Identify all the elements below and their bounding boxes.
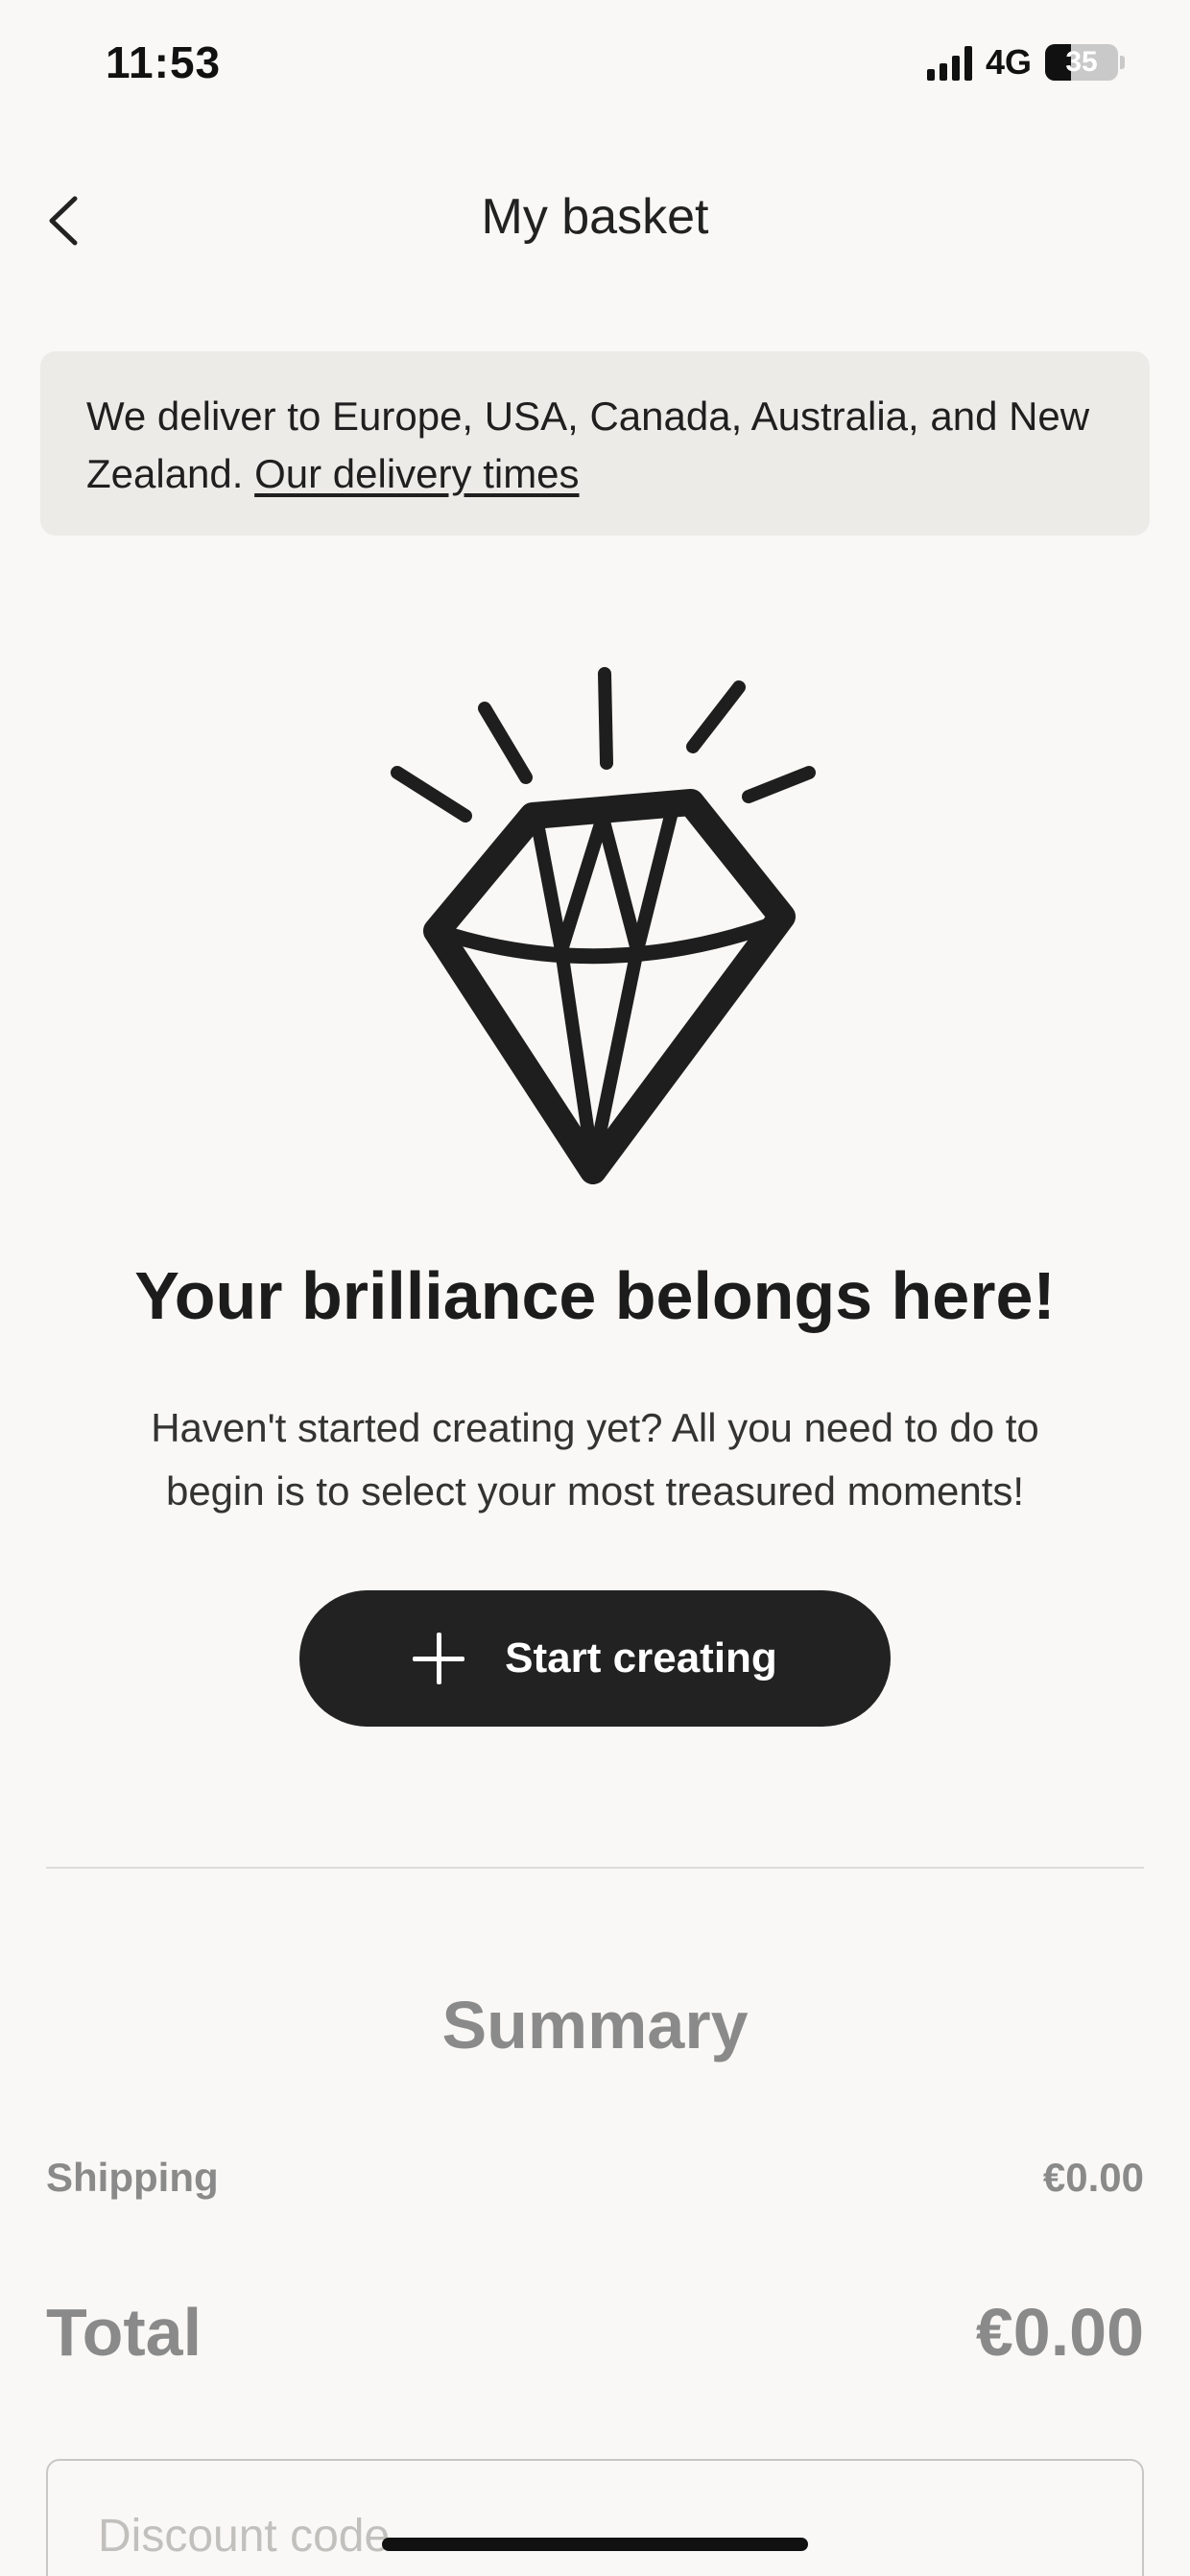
section-divider [46,1867,1144,1869]
total-label: Total [46,2295,202,2370]
network-type: 4G [985,42,1032,82]
shipping-value: €0.00 [1042,2155,1144,2200]
page-title: My basket [481,189,709,245]
start-creating-label: Start creating [505,1634,777,1682]
basket-screen: 11:53 4G 35 My basket We deliver to Euro… [0,0,1190,2576]
empty-headline: Your brilliance belongs here! [134,1258,1056,1333]
delivery-times-link[interactable]: Our delivery times [254,451,579,496]
delivery-banner: We deliver to Europe, USA, Canada, Austr… [40,351,1150,536]
summary-title: Summary [441,1988,749,2063]
empty-subtext: Haven't started creating yet? All you ne… [151,1405,1039,1514]
delivery-banner-text: We deliver to Europe, USA, Canada, Austr… [86,394,1090,496]
start-creating-button[interactable]: Start creating [299,1590,891,1727]
battery-nub [1120,56,1125,69]
shipping-label: Shipping [46,2155,219,2200]
discount-code-input[interactable] [46,2459,1144,2576]
plus-icon [413,1633,465,1684]
diamond-icon [391,667,816,1184]
battery-level: 35 [1065,46,1098,78]
status-indicators: 4G 35 [926,42,1125,83]
total-value: €0.00 [975,2295,1144,2370]
battery-icon: 35 [1045,44,1118,81]
home-indicator [382,2538,808,2551]
signal-icon [926,44,972,81]
status-time: 11:53 [106,37,222,87]
